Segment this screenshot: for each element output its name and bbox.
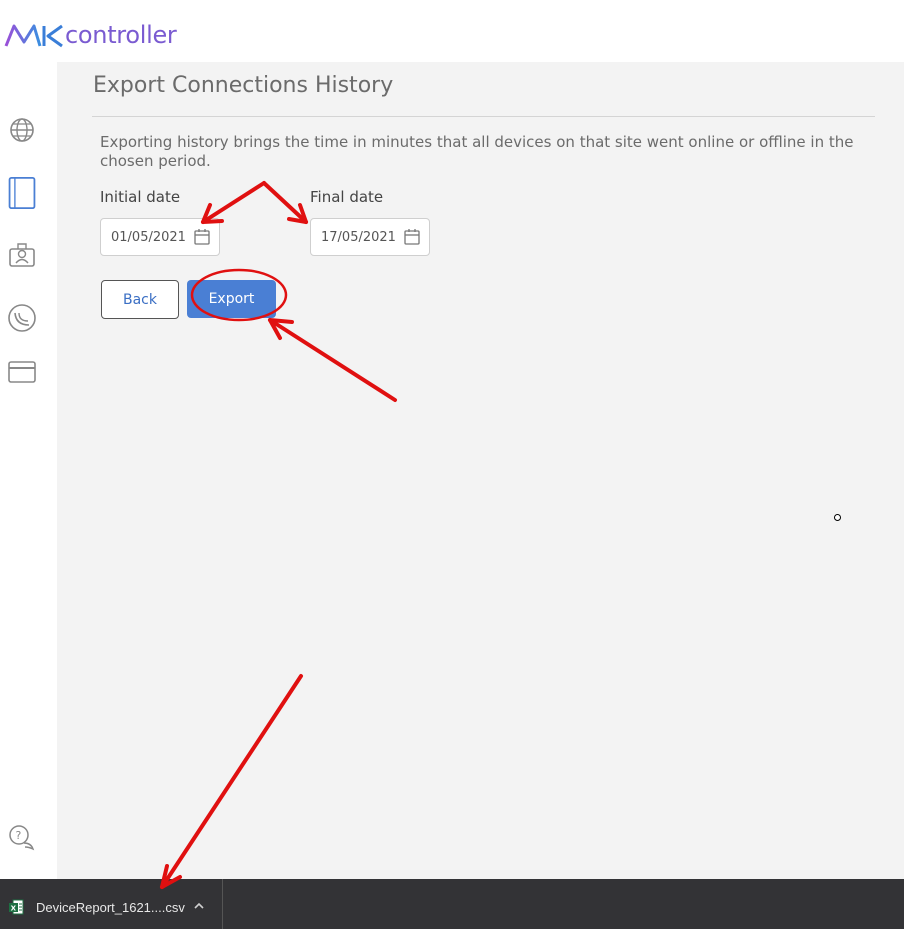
svg-text:?: ? [16, 829, 22, 842]
title-divider [92, 116, 875, 117]
book-icon[interactable] [6, 172, 38, 214]
brand-logo[interactable]: controller [4, 20, 177, 50]
calendar-icon[interactable] [193, 228, 211, 246]
export-button[interactable]: Export [187, 280, 276, 318]
top-bar: controller [0, 0, 904, 62]
final-date-value: 17/05/2021 [321, 229, 396, 245]
wireless-icon[interactable] [6, 302, 38, 334]
svg-text:X: X [11, 905, 17, 913]
cursor-icon [834, 514, 841, 521]
calendar-icon[interactable] [403, 228, 421, 246]
card-icon[interactable] [6, 356, 38, 388]
sidebar: ? [0, 62, 57, 879]
help-chat-icon[interactable]: ? [6, 822, 38, 854]
final-date-label: Final date [310, 188, 384, 206]
back-button[interactable]: Back [101, 280, 179, 319]
globe-icon[interactable] [6, 114, 38, 146]
page-title: Export Connections History [93, 73, 394, 98]
initial-date-value: 01/05/2021 [111, 229, 186, 245]
initial-date-input[interactable]: 01/05/2021 [100, 218, 220, 256]
main-content: Export Connections History Exporting his… [57, 62, 904, 879]
chevron-up-icon[interactable] [193, 901, 205, 911]
logo-text: controller [65, 21, 177, 49]
excel-file-icon: X [9, 899, 24, 915]
user-badge-icon[interactable] [6, 238, 38, 270]
final-date-input[interactable]: 17/05/2021 [310, 218, 430, 256]
download-file-name: DeviceReport_1621....csv [36, 900, 185, 915]
download-item[interactable]: X DeviceReport_1621....csv [0, 879, 223, 929]
initial-date-label: Initial date [100, 188, 181, 206]
download-bar: X DeviceReport_1621....csv [0, 879, 904, 929]
page-description: Exporting history brings the time in min… [100, 133, 854, 170]
logo-mark-icon [4, 24, 63, 48]
